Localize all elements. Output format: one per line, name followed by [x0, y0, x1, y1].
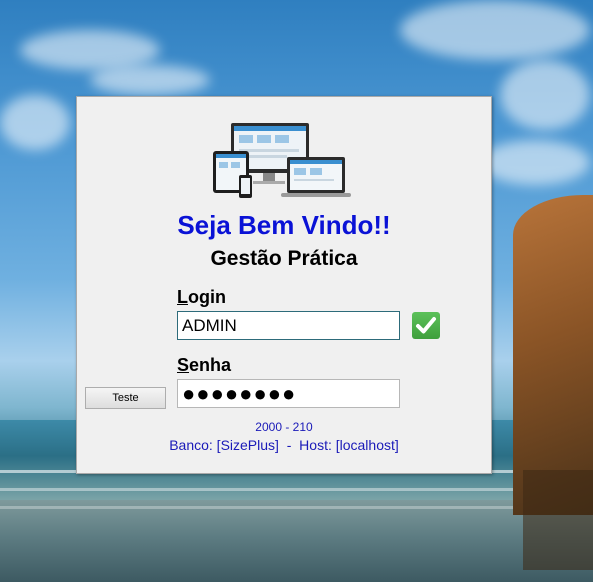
- cliff-rock: [513, 195, 593, 515]
- wave: [0, 506, 593, 509]
- cloud: [400, 0, 590, 60]
- login-dialog: Seja Bem Vindo!! Gestão Prática Login Se…: [76, 96, 492, 474]
- database-info: Banco: [SizePlus]: [169, 437, 279, 453]
- login-input[interactable]: [177, 311, 400, 340]
- senha-label: Senha: [177, 355, 231, 376]
- wave: [0, 488, 593, 491]
- cloud: [500, 60, 590, 130]
- test-button[interactable]: Teste: [85, 387, 166, 409]
- login-label-accesskey: L: [177, 287, 188, 307]
- connection-info: Banco: [SizePlus] - Host: [localhost]: [77, 437, 491, 453]
- cloud: [0, 95, 70, 150]
- login-label: Login: [177, 287, 226, 308]
- version-text: 2000 - 210: [255, 420, 313, 434]
- beach: [0, 500, 593, 582]
- company-name: Gestão Prática: [210, 247, 358, 270]
- cloud: [480, 140, 590, 185]
- senha-label-text: enha: [189, 355, 232, 375]
- info-separator: -: [278, 437, 300, 453]
- cliff-reflection: [523, 470, 593, 570]
- host-info: Host: [localhost]: [299, 437, 399, 453]
- cloud: [20, 30, 160, 70]
- login-label-text: ogin: [188, 287, 226, 307]
- password-input[interactable]: [177, 379, 400, 408]
- welcome-title: Seja Bem Vindo!!: [177, 210, 391, 240]
- green-check-icon: [412, 312, 440, 339]
- senha-label-accesskey: S: [177, 355, 190, 375]
- cloud: [90, 65, 210, 95]
- devices-illustration-icon: [213, 123, 351, 198]
